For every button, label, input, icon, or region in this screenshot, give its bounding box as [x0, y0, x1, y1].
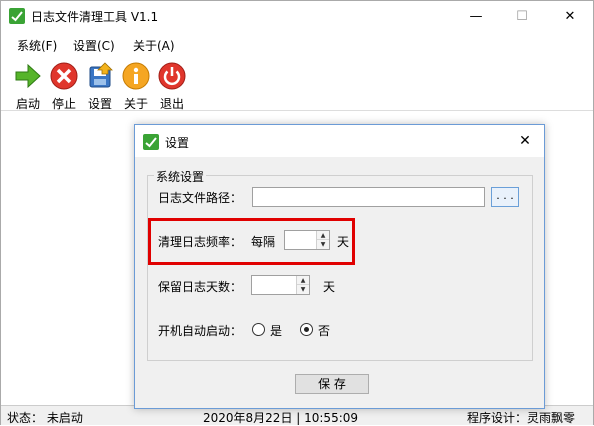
start-label: 启动 — [15, 97, 40, 111]
autostart-label: 开机自动启动： — [158, 324, 243, 338]
dialog-title: 设置 — [165, 136, 190, 150]
app-icon — [9, 8, 25, 24]
system-settings-group: 系统设置 日志文件路径： . . . 清理日志频率： 每隔 ▲ ▼ 天 保留日志… — [147, 168, 533, 361]
exit-button[interactable]: 退出 — [154, 59, 190, 111]
autostart-yes-label[interactable]: 是 — [270, 322, 282, 339]
keep-days-spin-down[interactable]: ▼ — [297, 285, 309, 294]
keep-days-unit: 天 — [323, 280, 336, 294]
dialog-body: 系统设置 日志文件路径： . . . 清理日志频率： 每隔 ▲ ▼ 天 保留日志… — [135, 157, 544, 408]
log-path-input[interactable] — [252, 187, 485, 207]
dialog-title-bar[interactable]: 设置 ✕ — [135, 125, 544, 157]
autostart-no-radio[interactable] — [300, 323, 313, 336]
menu-settings[interactable]: 设置(C) — [73, 37, 115, 54]
maximize-button[interactable]: ☐ — [499, 1, 545, 31]
start-arrow-icon — [15, 63, 41, 89]
settings-button[interactable]: 设置 — [82, 59, 118, 111]
status-text: 状态： 未启动 — [7, 411, 83, 425]
settings-label: 设置 — [87, 97, 112, 111]
save-button[interactable]: 保 存 — [295, 374, 369, 394]
title-bar[interactable]: 日志文件清理工具 V1.1 — ☐ ✕ — [1, 1, 593, 31]
highlight-annotation-box — [148, 218, 355, 265]
stop-button[interactable]: 停止 — [46, 59, 82, 111]
close-button[interactable]: ✕ — [547, 1, 593, 31]
autostart-yes-radio[interactable] — [252, 323, 265, 336]
status-designer: 程序设计：灵雨飘零 — [467, 411, 576, 425]
group-title: 系统设置 — [154, 168, 207, 185]
stop-icon — [50, 62, 78, 90]
start-button[interactable]: 启动 — [10, 59, 46, 111]
window-title: 日志文件清理工具 V1.1 — [31, 10, 159, 24]
status-datetime: 2020年8月22日 | 10:55:09 — [203, 411, 359, 425]
menu-system[interactable]: 系统(F) — [17, 37, 57, 54]
minimize-button[interactable]: — — [453, 1, 499, 31]
exit-label: 退出 — [159, 97, 184, 111]
toolbar: 启动 停止 设置 关于 退出 — [1, 55, 593, 111]
autostart-no-label[interactable]: 否 — [318, 322, 330, 339]
about-label: 关于 — [123, 97, 148, 111]
keep-days-stepper[interactable]: ▲ ▼ — [251, 275, 310, 295]
stop-label: 停止 — [51, 97, 76, 111]
about-button[interactable]: 关于 — [118, 59, 154, 111]
settings-icon — [89, 62, 113, 88]
log-path-label: 日志文件路径： — [158, 191, 243, 205]
dialog-app-icon — [143, 134, 159, 150]
keep-days-spin-up[interactable]: ▲ — [297, 276, 309, 285]
settings-dialog: 设置 ✕ 系统设置 日志文件路径： . . . 清理日志频率： 每隔 ▲ ▼ 天… — [134, 124, 545, 409]
menu-about[interactable]: 关于(A) — [133, 37, 175, 54]
menu-bar: 系统(F) 设置(C) 关于(A) — [1, 34, 593, 54]
keep-days-spin-buttons: ▲ ▼ — [296, 276, 309, 294]
dialog-close-button[interactable]: ✕ — [515, 131, 535, 151]
info-icon — [122, 62, 150, 90]
keep-days-label: 保留日志天数： — [158, 280, 243, 294]
browse-button[interactable]: . . . — [491, 187, 519, 207]
power-icon — [158, 62, 186, 90]
